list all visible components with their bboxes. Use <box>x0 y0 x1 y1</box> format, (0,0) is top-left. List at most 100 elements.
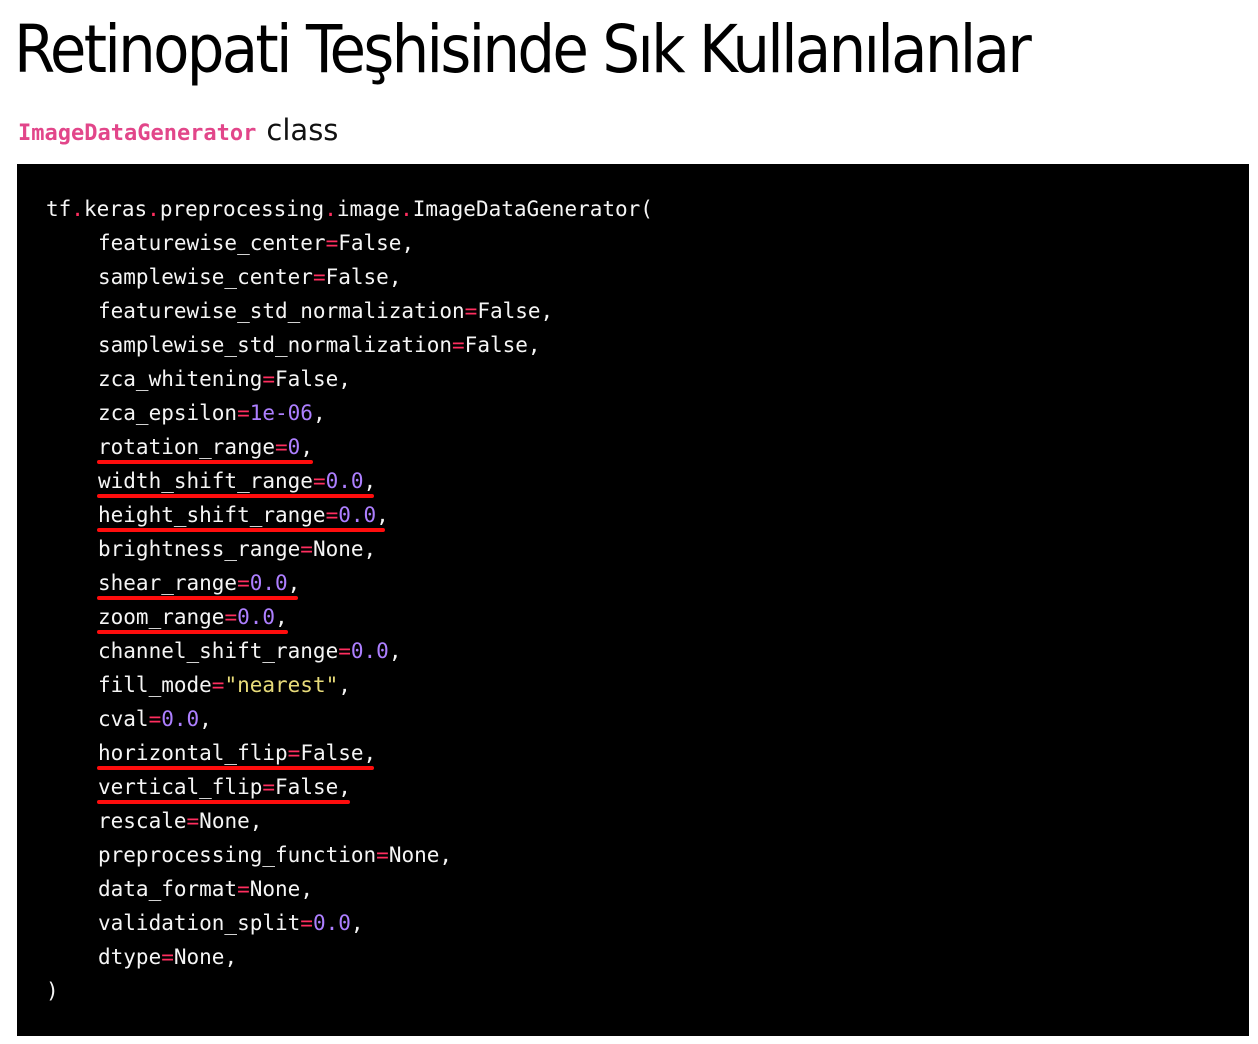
param-value: 0.0 <box>161 707 200 731</box>
param-name: width_shift_range <box>98 469 313 493</box>
code-line-param-highlighted: zoom_range=0.0, <box>46 600 653 634</box>
param-value: None <box>173 945 225 969</box>
param-value: 0.0 <box>325 469 364 493</box>
param-value: None <box>388 843 440 867</box>
code-line-param-highlighted: vertical_flip=False, <box>46 770 653 804</box>
param-value: 0.0 <box>249 571 288 595</box>
code-line-param-highlighted: height_shift_range=0.0, <box>46 498 653 532</box>
param-separator: , <box>388 639 402 663</box>
param-separator: , <box>249 809 263 833</box>
code-line-param: brightness_range=None, <box>46 532 653 566</box>
param-separator: , <box>312 401 326 425</box>
param-value: False <box>275 775 339 799</box>
param-operator: = <box>186 809 200 833</box>
param-separator: , <box>363 537 377 561</box>
code-dot: . <box>71 197 84 221</box>
param-value: None <box>199 809 250 833</box>
code-line-param: preprocessing_function=None, <box>46 838 653 872</box>
code-line-param: validation_split=0.0, <box>46 906 653 940</box>
param-operator: = <box>300 911 313 935</box>
param-name: brightness_range <box>98 537 301 561</box>
code-line-param-highlighted: shear_range=0.0, <box>46 566 653 600</box>
param-value: 0 <box>287 435 301 459</box>
param-operator: = <box>338 639 351 663</box>
param-operator: = <box>161 945 174 969</box>
param-value: "nearest" <box>224 673 339 697</box>
param-separator: , <box>376 503 389 527</box>
param-separator: , <box>275 605 288 629</box>
param-separator: , <box>363 469 377 493</box>
param-separator: , <box>527 333 541 357</box>
param-separator: , <box>350 911 364 935</box>
param-operator: = <box>452 333 465 357</box>
code-line-param: data_format=None, <box>46 872 653 906</box>
code-lines: tf.keras.preprocessing.image.ImageDataGe… <box>46 192 653 1008</box>
param-lines: featurewise_center=False, samplewise_cent… <box>46 226 653 974</box>
code-token: image <box>336 197 401 221</box>
param-value: 0.0 <box>338 503 377 527</box>
param-separator: , <box>439 843 453 867</box>
param-operator: = <box>262 367 276 391</box>
param-separator: , <box>224 945 238 969</box>
param-operator: = <box>325 231 339 255</box>
param-name: rescale <box>98 809 187 833</box>
subtitle: ImageDataGenerator class <box>18 108 338 152</box>
param-value: 0.0 <box>350 639 389 663</box>
param-value: False <box>464 333 528 357</box>
param-name: shear_range <box>98 571 238 595</box>
param-name: data_format <box>98 877 238 901</box>
param-operator: = <box>376 843 389 867</box>
param-name: dtype <box>98 945 162 969</box>
param-operator: = <box>300 537 313 561</box>
param-value: 1e-06 <box>249 401 313 425</box>
code-line-closing: ) <box>46 979 59 1003</box>
param-separator: , <box>338 775 351 799</box>
param-name: validation_split <box>98 911 301 935</box>
class-name-inline-code: ImageDataGenerator <box>18 121 257 146</box>
param-name: samplewise_std_normalization <box>98 333 453 357</box>
param-operator: = <box>148 707 162 731</box>
code-line-param: fill_mode="nearest", <box>46 668 653 702</box>
param-value: None <box>249 877 301 901</box>
code-token: tf <box>46 197 72 221</box>
code-line-param: rescale=None, <box>46 804 653 838</box>
param-name: vertical_flip <box>98 775 263 799</box>
param-separator: , <box>199 707 212 731</box>
param-name: fill_mode <box>98 673 212 697</box>
subtitle-word: class <box>266 113 339 147</box>
param-operator: = <box>312 265 326 289</box>
param-name: height_shift_range <box>98 503 326 527</box>
param-value: False <box>477 299 541 323</box>
param-value: None <box>312 537 364 561</box>
param-value: False <box>325 265 389 289</box>
param-operator: = <box>237 877 250 901</box>
param-name: zoom_range <box>98 605 225 629</box>
code-line-param: zca_whitening=False, <box>46 362 653 396</box>
param-separator: , <box>338 673 351 697</box>
code-line-param: featurewise_std_normalization=False, <box>46 294 653 328</box>
param-operator: = <box>275 435 288 459</box>
param-value: False <box>338 231 402 255</box>
param-value: False <box>300 741 364 765</box>
param-name: cval <box>98 707 149 731</box>
code-token: ImageDataGenerator( <box>412 197 653 221</box>
page-title: Retinopati Teşhisinde Sık Kullanılanlar <box>14 11 1032 88</box>
param-separator: , <box>300 435 313 459</box>
param-value: 0.0 <box>237 605 276 629</box>
code-dot: . <box>324 197 337 221</box>
code-token: preprocessing <box>159 197 325 221</box>
code-line-param: cval=0.0, <box>46 702 653 736</box>
param-separator: , <box>338 367 351 391</box>
param-separator: , <box>300 877 313 901</box>
param-name: featurewise_std_normalization <box>98 299 465 323</box>
param-operator: = <box>224 605 238 629</box>
param-operator: = <box>237 401 250 425</box>
param-name: zca_whitening <box>98 367 263 391</box>
code-line-param: samplewise_center=False, <box>46 260 653 294</box>
param-separator: , <box>287 571 301 595</box>
param-name: rotation_range <box>98 435 276 459</box>
param-operator: = <box>262 775 276 799</box>
code-line-param: channel_shift_range=0.0, <box>46 634 653 668</box>
code-dot: . <box>147 197 160 221</box>
param-operator: = <box>287 741 301 765</box>
